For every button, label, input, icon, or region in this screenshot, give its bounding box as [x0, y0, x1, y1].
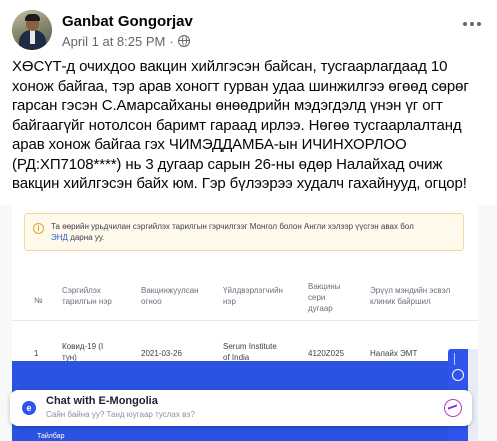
col-header-date: Вакцинжуулсан огноо: [141, 286, 199, 306]
messenger-icon[interactable]: [444, 399, 462, 417]
cell-serial: 4120Z025: [308, 349, 345, 358]
cell-no: 1: [34, 349, 39, 358]
chat-widget[interactable]: e Chat with E-Mongolia Сайн байна уу? Та…: [10, 390, 472, 426]
col-header-location: Эрүүл мэндийн эсвэл клиник байршил: [370, 286, 451, 306]
certificate-notice: i Та өөрийн урьдчилан сэргийлэх тарилгын…: [24, 213, 464, 251]
author-name[interactable]: Ganbat Gongorjav: [62, 12, 193, 31]
post-subline: April 1 at 8:25 PM ·: [62, 34, 193, 49]
more-options-icon[interactable]: [457, 14, 487, 34]
post-meta: Ganbat Gongorjav April 1 at 8:25 PM ·: [62, 12, 193, 49]
footer-text: Тайлбар: [37, 433, 65, 440]
globe-icon[interactable]: [177, 35, 190, 47]
col-header-vaccine: Сэргийлэх тарилгын нэр: [62, 286, 112, 306]
cell-manufacturer: Serum Institute of India: [223, 342, 277, 362]
post-header: Ganbat Gongorjav April 1 at 8:25 PM ·: [12, 8, 193, 52]
notice-text: Та өөрийн урьдчилан сэргийлэх тарилгын г…: [51, 222, 414, 231]
e-mongolia-logo-icon: e: [22, 401, 36, 415]
col-header-manufacturer: Үйлдвэрлэгчийн нэр: [223, 286, 283, 306]
table-header: № Сэргийлэх тарилгын нэр Вакцинжуулсан о…: [12, 255, 478, 321]
chat-title: Chat with E-Mongolia: [46, 395, 158, 407]
attached-screenshot[interactable]: i Та өөрийн урьдчилан сэргийлэх тарилгын…: [0, 205, 497, 441]
separator: ·: [169, 33, 174, 49]
post-text: ХӨСҮТ-д очихдоо вакцин хийлгэсэн байсан,…: [12, 58, 469, 192]
info-icon: i: [33, 223, 44, 234]
post-timestamp[interactable]: April 1 at 8:25 PM: [62, 34, 165, 49]
e-circle-icon: [452, 369, 464, 381]
col-header-serial: Вакцины сери дугаар: [308, 282, 341, 313]
chat-subtitle: Сайн байна уу? Танд юугаар туслах вэ?: [46, 410, 195, 419]
avatar[interactable]: [12, 10, 52, 50]
cell-vaccine: Ковид-19 (I тун): [62, 342, 104, 362]
col-header-no: №: [34, 296, 43, 305]
cell-location: Налайх ЭМТ: [370, 349, 418, 358]
cell-date: 2021-03-26: [141, 349, 182, 358]
notice-link[interactable]: ЭНД: [51, 233, 68, 242]
notice-suffix: дарна уу.: [70, 233, 105, 242]
